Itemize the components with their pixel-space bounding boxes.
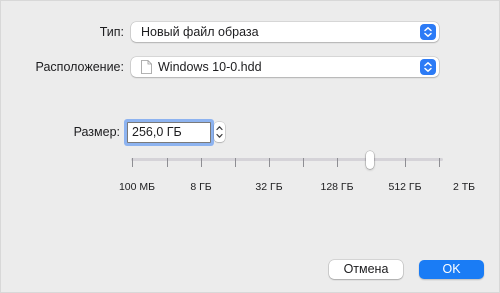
location-popup[interactable]: Windows 10-0.hdd xyxy=(131,57,439,77)
type-popup[interactable]: Новый файл образа xyxy=(131,22,439,42)
size-input[interactable]: 256,0 ГБ xyxy=(127,122,211,143)
new-disk-image-sheet: Тип: Новый файл образа Расположение: Win… xyxy=(0,0,500,293)
ok-button[interactable]: OK xyxy=(419,260,484,279)
document-icon xyxy=(141,60,152,74)
cancel-button[interactable]: Отмена xyxy=(329,260,403,279)
type-label: Тип: xyxy=(99,25,124,39)
slider-tick xyxy=(337,158,338,167)
location-label: Расположение: xyxy=(35,60,124,74)
slider-tick xyxy=(235,158,236,167)
chevron-up-down-icon xyxy=(420,59,436,75)
slider-tick-label: 128 ГБ xyxy=(320,181,354,193)
slider-tick-label: 32 ГБ xyxy=(255,181,283,193)
chevron-up-down-icon xyxy=(420,24,436,40)
location-popup-value: Windows 10-0.hdd xyxy=(158,60,262,74)
size-slider-knob[interactable] xyxy=(366,151,374,169)
slider-tick-label: 8 ГБ xyxy=(190,181,212,193)
chevron-up-down-icon xyxy=(216,126,223,138)
slider-tick-label: 2 ТБ xyxy=(452,181,476,193)
slider-tick-label: 512 ГБ xyxy=(388,181,422,193)
type-popup-value: Новый файл образа xyxy=(141,25,259,39)
size-label: Размер: xyxy=(73,125,120,139)
slider-tick xyxy=(201,158,202,167)
slider-tick xyxy=(269,158,270,167)
slider-tick xyxy=(303,158,304,167)
slider-tick xyxy=(405,158,406,167)
slider-tick xyxy=(167,158,168,167)
size-input-value: 256,0 ГБ xyxy=(132,125,182,139)
size-stepper[interactable] xyxy=(214,122,225,142)
slider-tick-label: 100 МБ xyxy=(118,181,156,193)
slider-tick xyxy=(132,158,133,167)
size-slider-track[interactable] xyxy=(131,158,443,161)
slider-tick xyxy=(439,158,440,167)
